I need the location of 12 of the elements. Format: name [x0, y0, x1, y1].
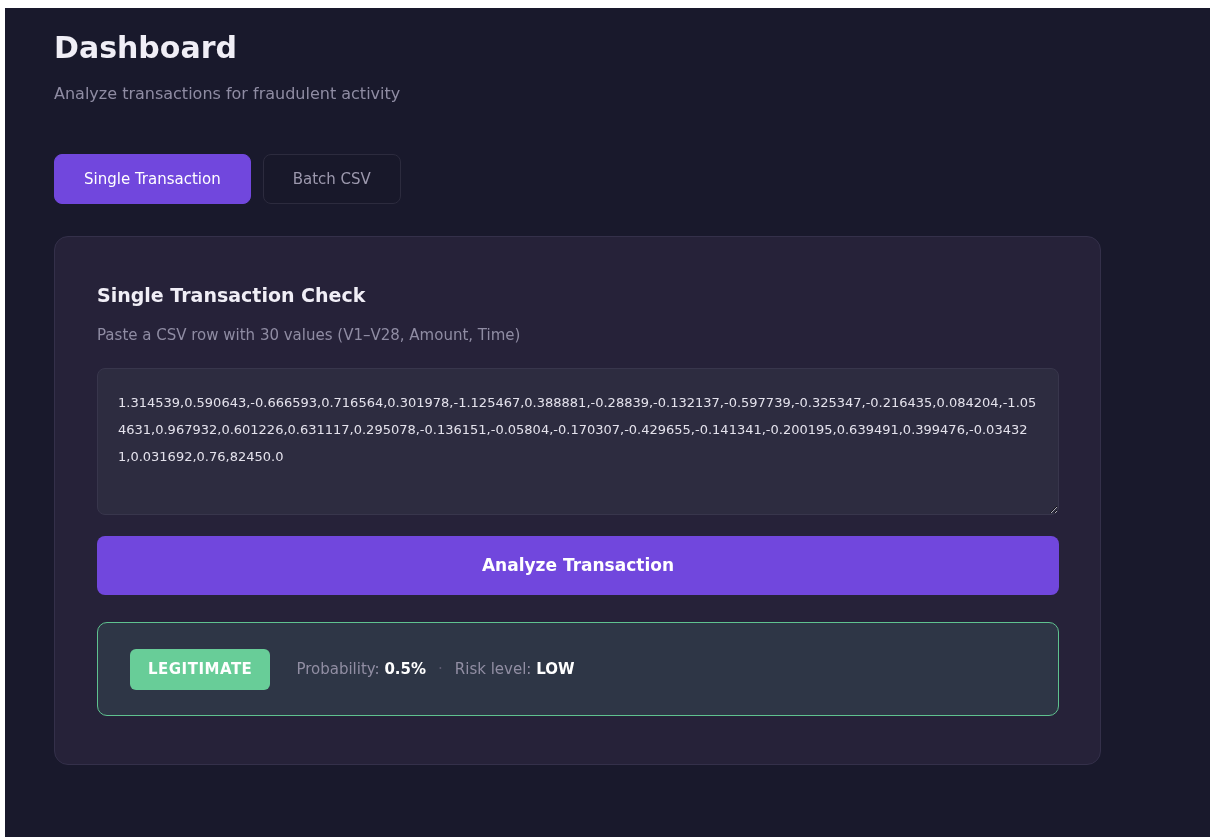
probability-text: Probability: 0.5%: [296, 658, 426, 680]
verdict-badge: LEGITIMATE: [130, 648, 271, 690]
analyze-button[interactable]: Analyze Transaction: [97, 536, 1059, 595]
page-subtitle: Analyze transactions for fraudulent activity: [54, 83, 401, 105]
risk-level-text: Risk level: LOW: [454, 658, 575, 680]
tab[interactable]: Batch CSV: [262, 154, 401, 204]
card-title: Single Transaction Check: [97, 283, 366, 308]
page-title: Dashboard: [54, 29, 237, 67]
card-hint: Paste a CSV row with 30 values (V1–V28, Amount, Time): [97, 324, 521, 346]
csv-input-field[interactable]: 1.314539,0.590643,-0.666593,0.716564,0.301978,-1.125467,0.388881,-0.28839,-0.132137,-0.597739,-0.325347,-0.216435,0.084204,-1.054631,0.967932,0.601226,0.631117,0.295078,-0.136151,-0.05804,-0.170307,-0.429655,-0.141341,-0.200195,0.639491,0.399476,-0.034321,0.031692,0.76,82450.0: [97, 368, 1059, 515]
tab[interactable]: Single Transaction: [54, 154, 251, 204]
separator-dot: ·: [438, 658, 443, 680]
